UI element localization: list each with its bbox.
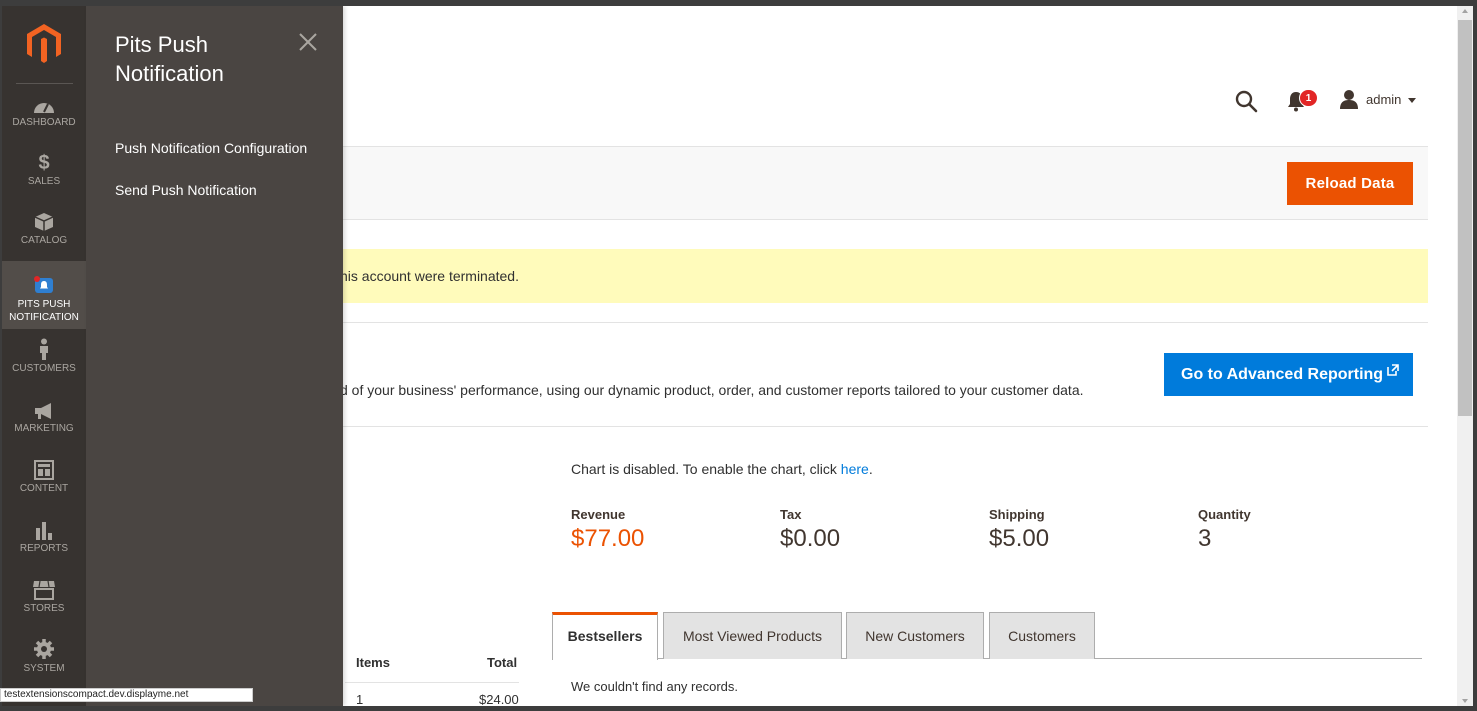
cube-icon [34,213,54,231]
nav-stores-label: STORES [23,603,65,614]
nav-catalog-label: CATALOG [20,235,68,246]
nav-sales[interactable]: $ SALES [2,153,86,193]
admin-menu-label[interactable]: admin [1366,92,1401,107]
scroll-down-arrow[interactable] [1462,699,1468,703]
nav-marketing[interactable]: MARKETING [2,402,86,442]
megaphone-icon [35,403,51,419]
chart-note-suffix: . [868,461,873,477]
table-cell-total[interactable]: $24.00 [479,692,519,706]
stat-label: Tax [780,507,802,522]
chevron-down-icon[interactable] [1408,98,1416,103]
advanced-reporting-button-label: Go to Advanced Reporting [1181,366,1384,383]
vertical-scrollbar[interactable] [1457,6,1473,706]
empty-records-text: We couldn't find any records. [571,679,738,694]
column-header-total[interactable]: Total [487,655,517,670]
nav-pits-push-notification[interactable]: PITS PUSH NOTIFICATION [2,261,86,329]
nav-reports[interactable]: REPORTS [2,520,86,560]
nav-sales-label: SALES [27,176,61,187]
dashboard-icon [34,103,54,113]
person-icon [40,338,48,360]
close-icon[interactable] [297,31,319,53]
stat-label: Shipping [989,507,1045,522]
chart-disabled-note: Chart is disabled. To enable the chart, … [571,461,873,477]
advanced-reporting-description: d of your business' performance, using o… [340,382,1084,398]
tab-most-viewed-products[interactable]: Most Viewed Products [663,612,842,659]
nav-reports-label: REPORTS [19,543,69,554]
external-link-icon [1387,364,1399,376]
nav-customers[interactable]: CUSTOMERS [2,338,86,380]
nav-content[interactable]: CONTENT [2,460,86,500]
store-icon [33,580,55,600]
system-message-text: his account were terminated. [340,268,519,284]
stat-value: $5.00 [989,525,1050,552]
chart-note-text: Chart is disabled. To enable the chart, … [571,461,841,477]
scroll-up-arrow[interactable] [1462,9,1468,13]
search-icon[interactable] [1234,89,1258,113]
nav-system-label: SYSTEM [23,663,65,674]
tab-new-customers[interactable]: New Customers [846,612,984,659]
dollar-icon: $ [38,152,50,174]
user-icon[interactable] [1339,89,1359,109]
bar-chart-icon [36,522,52,540]
stat-value: $77.00 [571,525,645,552]
nav-pits-push-label-1: PITS PUSH [17,299,71,310]
nav-dashboard[interactable]: DASHBOARD [2,98,86,138]
reload-data-button[interactable]: Reload Data [1287,162,1413,205]
nav-marketing-label: MARKETING [14,423,74,434]
admin-sidebar: DASHBOARD $ SALES CATALOG PITS PUSH NOTI… [2,6,86,706]
submenu-flyout: Pits Push Notification Push Notification… [86,6,343,706]
gear-icon [34,639,54,659]
divider [16,83,73,84]
magento-logo-icon[interactable] [24,22,64,66]
notification-badge[interactable]: 1 [1299,89,1318,107]
nav-customers-label: CUSTOMERS [12,363,76,374]
tab-customers[interactable]: Customers [989,612,1095,659]
nav-dashboard-label: DASHBOARD [12,117,76,128]
status-bar-url: testextensionscompact.dev.displayme.net [0,688,253,702]
stat-shipping: Shipping $5.00 [989,507,1049,553]
scrollbar-thumb[interactable] [1458,20,1472,416]
stat-value: $0.00 [780,525,841,552]
stat-label: Quantity [1198,507,1251,522]
stat-revenue: Revenue $77.00 [571,507,644,553]
advanced-reporting-button[interactable]: Go to Advanced Reporting [1164,353,1413,396]
browser-viewport: 1 admin Reload Data his account were ter… [2,6,1457,706]
nav-pits-push-label-2: NOTIFICATION [9,312,79,323]
stat-label: Revenue [571,507,626,522]
table-divider [345,682,519,683]
stat-quantity: Quantity 3 [1198,507,1251,553]
submenu-title: Pits Push Notification [115,32,224,86]
push-notification-icon [34,276,53,293]
tab-bestsellers[interactable]: Bestsellers [552,612,658,660]
nav-content-label: CONTENT [19,483,69,494]
submenu-item-push-configuration[interactable]: Push Notification Configuration [115,140,307,156]
stat-tax: Tax $0.00 [780,507,840,553]
submenu-item-send-push[interactable]: Send Push Notification [115,182,257,198]
nav-stores[interactable]: STORES [2,580,86,620]
table-cell-items[interactable]: 1 [356,692,363,706]
nav-system[interactable]: SYSTEM [2,638,86,678]
stat-value: 3 [1198,525,1212,552]
enable-chart-link[interactable]: here [841,461,869,477]
column-header-items[interactable]: Items [356,655,390,670]
layout-icon [34,460,54,480]
nav-catalog[interactable]: CATALOG [2,212,86,254]
